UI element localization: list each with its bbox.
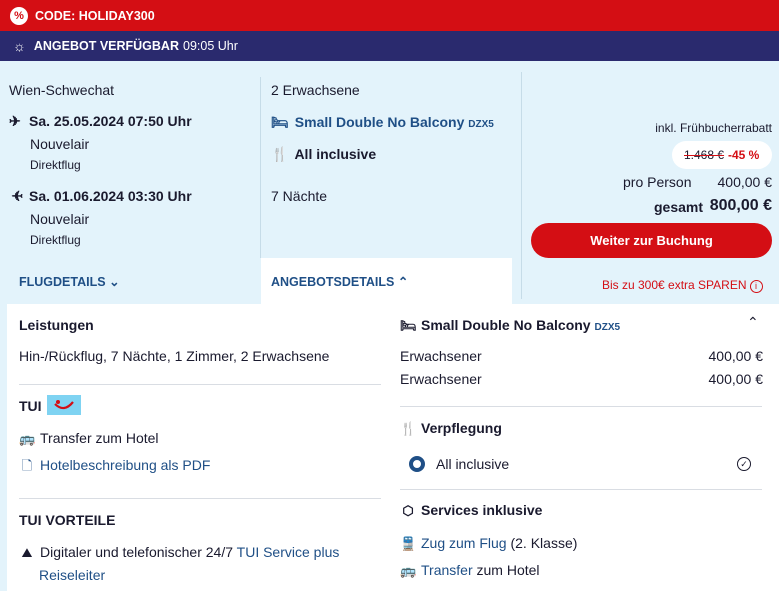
chevron-up-icon: ⌃ bbox=[397, 275, 409, 289]
hotel-pdf-link[interactable]: 🗋 Hotelbeschreibung als PDF bbox=[19, 457, 211, 479]
transfer-item: 🚌 Transfer zum Hotel bbox=[19, 430, 159, 446]
total-label: gesamt bbox=[654, 199, 704, 215]
rail-item: 🚆 Zug zum Flug (2. Klasse) bbox=[400, 535, 578, 551]
tui-label: TUI bbox=[19, 398, 42, 414]
save-note[interactable]: Bis zu 300€ extra SPAREN i bbox=[602, 278, 763, 293]
tui-service-link[interactable]: TUI Service plus bbox=[237, 544, 340, 560]
tui-logo bbox=[47, 395, 81, 415]
board-title: 🍴 Verpflegung bbox=[400, 420, 502, 436]
services-inclusive-title: ⬡ Services inklusive bbox=[400, 502, 542, 519]
price-row-label: Erwachsener bbox=[400, 371, 482, 387]
price-row-value: 400,00 € bbox=[708, 371, 764, 387]
transfer-item: 🚌 Transfer zum Hotel bbox=[400, 562, 540, 578]
services-summary: Hin-/Rückflug, 7 Nächte, 1 Zimmer, 2 Erw… bbox=[19, 348, 330, 364]
per-person-label: pro Person bbox=[623, 174, 692, 190]
total-value: 800,00 € bbox=[709, 197, 772, 214]
plane-outbound-icon: ✈ bbox=[9, 113, 21, 129]
check-circle-icon: ✓ bbox=[737, 457, 751, 471]
room-detail-title: 🛏 Small Double No Balcony DZX5 bbox=[400, 317, 621, 333]
continue-booking-button[interactable]: Weiter zur Buchung bbox=[531, 223, 772, 258]
cutlery-icon: 🍴 bbox=[271, 146, 289, 162]
return-flight-date: ✈ Sa. 01.06.2024 03:30 Uhr bbox=[9, 188, 191, 205]
flight-details-toggle[interactable]: FLUGDETAILS ⌄ bbox=[19, 274, 120, 289]
support-icon: ⛰ bbox=[21, 545, 33, 560]
discount-percent: -45 % bbox=[728, 148, 760, 162]
bus-icon: 🚌 bbox=[19, 431, 36, 446]
cutlery-icon: 🍴 bbox=[400, 421, 417, 436]
transfer-link[interactable]: Transfer bbox=[421, 562, 473, 578]
column-divider bbox=[521, 72, 522, 299]
train-icon: 🚆 bbox=[400, 536, 417, 551]
per-person-value: 400,00 € bbox=[717, 174, 773, 190]
sun-icon: ☼ bbox=[13, 38, 26, 54]
promo-code-bar: % CODE: HOLIDAY300 bbox=[0, 0, 779, 31]
divider bbox=[400, 489, 762, 490]
offer-details-toggle[interactable]: ANGEBOTSDETAILS ⌃ bbox=[271, 274, 408, 289]
outbound-airline: Nouvelair bbox=[30, 136, 90, 152]
document-icon: 🗋 bbox=[21, 458, 33, 473]
advantages-title: TUI VORTEILE bbox=[19, 512, 116, 528]
tour-guide-link[interactable]: Reiseleiter bbox=[39, 567, 105, 583]
offer-time: 09:05 Uhr bbox=[183, 39, 238, 53]
bed-icon: 🛏 bbox=[271, 114, 289, 130]
discount-note: inkl. Frühbucherrabatt bbox=[655, 121, 772, 135]
departure-airport: Wien-Schwechat bbox=[9, 82, 115, 98]
plane-return-icon: ✈ bbox=[11, 188, 23, 204]
divider bbox=[19, 498, 381, 499]
room-summary[interactable]: 🛏 Small Double No Balcony DZX5 bbox=[271, 114, 494, 131]
offer-availability-bar: ☼ ANGEBOT VERFÜGBAR 09:05 Uhr bbox=[0, 31, 779, 61]
divider bbox=[400, 406, 762, 407]
return-airline: Nouvelair bbox=[30, 211, 90, 227]
bed-icon: 🛏 bbox=[400, 318, 417, 333]
price-row-value: 400,00 € bbox=[708, 348, 764, 364]
offer-label: ANGEBOT VERFÜGBAR bbox=[33, 39, 179, 53]
chevron-down-icon: ⌄ bbox=[109, 275, 120, 289]
info-icon: i bbox=[749, 280, 763, 293]
column-divider bbox=[260, 77, 261, 258]
rail-link[interactable]: Zug zum Flug bbox=[421, 535, 507, 551]
services-title: Leistungen bbox=[19, 317, 94, 333]
travellers: 2 Erwachsene bbox=[271, 82, 360, 98]
bus-icon: 🚌 bbox=[400, 563, 417, 578]
promo-code-label: CODE: HOLIDAY300 bbox=[35, 8, 155, 23]
nights: 7 Nächte bbox=[271, 188, 328, 204]
chevron-up-icon[interactable]: ⌃ bbox=[747, 314, 759, 331]
outbound-flight-date: ✈ Sa. 25.05.2024 07:50 Uhr bbox=[9, 113, 192, 129]
divider bbox=[19, 384, 381, 385]
percent-badge-icon: % bbox=[10, 6, 28, 25]
board-option: All inclusive bbox=[436, 456, 510, 472]
price-row-label: Erwachsener bbox=[400, 348, 482, 364]
box-icon: ⬡ bbox=[402, 503, 414, 518]
advantage-item: ⛰ Digitaler und telefonischer 24/7 TUI Se… bbox=[19, 544, 340, 561]
board-radio[interactable] bbox=[409, 456, 425, 472]
board-summary: 🍴 All inclusive bbox=[271, 146, 377, 162]
return-flight-type: Direktflug bbox=[30, 233, 81, 247]
old-price: 1.468 € bbox=[684, 148, 725, 162]
outbound-flight-type: Direktflug bbox=[30, 158, 81, 172]
